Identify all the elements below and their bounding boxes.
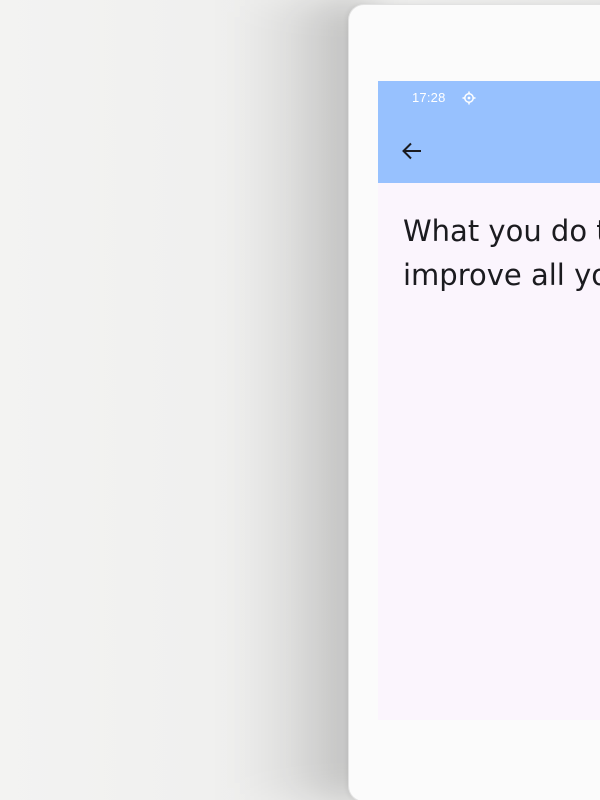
desktop-background: 17:28 What you do t improve all yo	[0, 0, 600, 800]
body-text-line-2: improve all yo	[403, 258, 600, 292]
phone-screen: 17:28 What you do t improve all yo	[378, 81, 600, 720]
settings-gear-icon	[462, 91, 476, 105]
body-text: What you do t improve all yo	[403, 209, 600, 297]
back-button[interactable]	[396, 135, 428, 167]
status-bar-time: 17:28	[412, 90, 446, 105]
app-bar: 17:28	[378, 81, 600, 183]
arrow-back-icon	[402, 142, 421, 160]
body-text-line-1: What you do t	[403, 214, 600, 248]
